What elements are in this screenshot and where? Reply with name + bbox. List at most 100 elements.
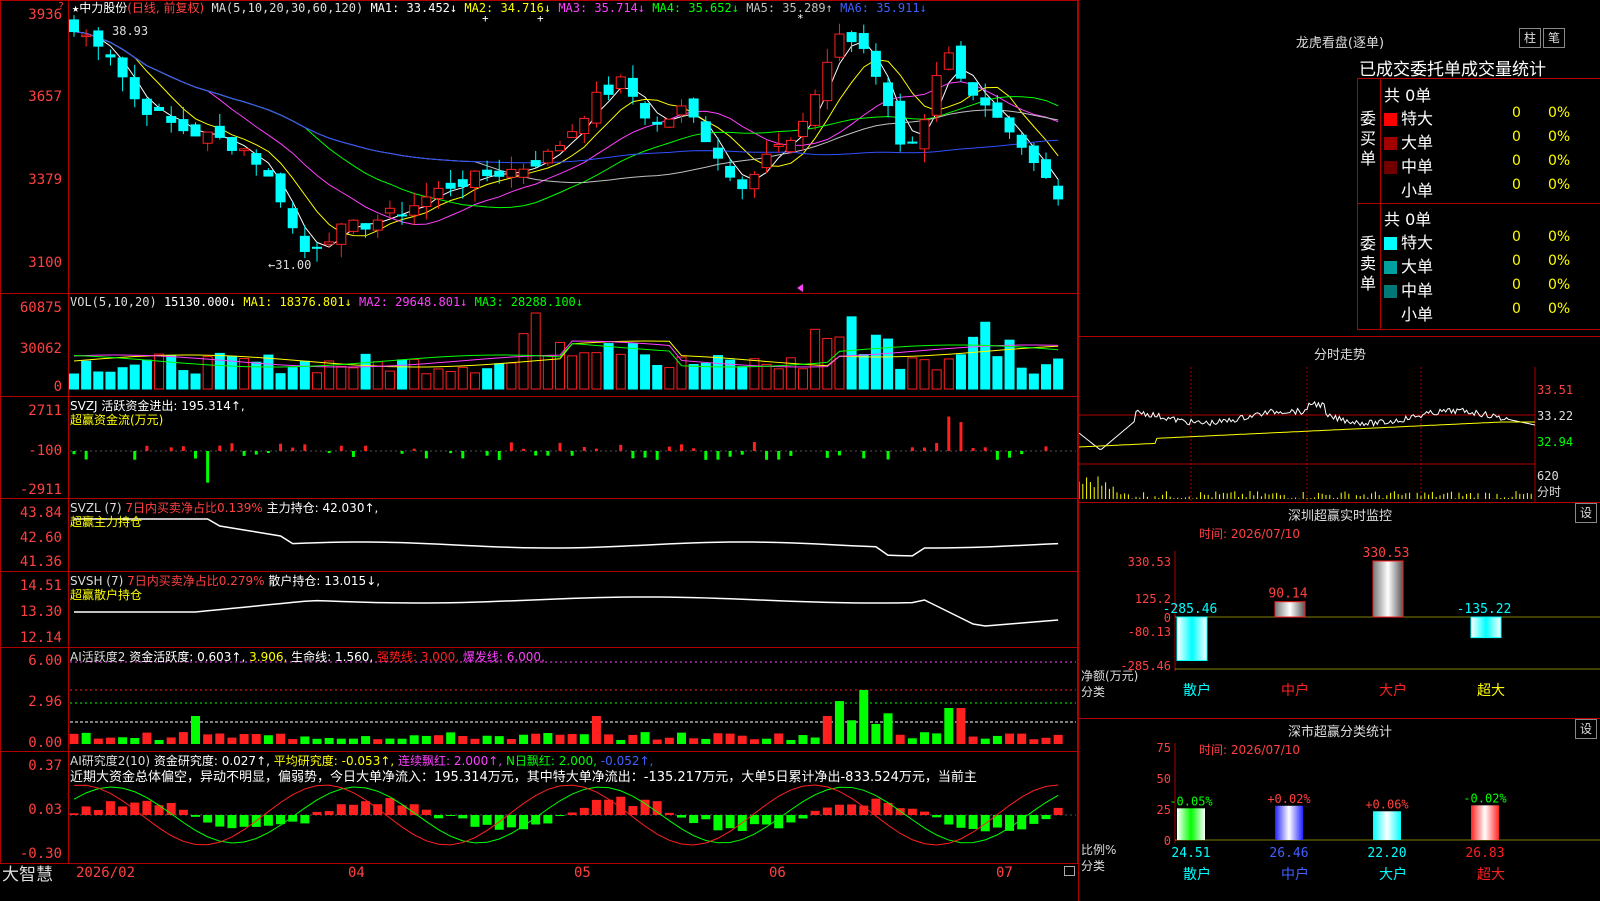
research-bar <box>847 804 857 815</box>
monitor-y-tick: -80.13 <box>1128 625 1171 639</box>
ai2-second: 3.906, <box>249 650 288 664</box>
volume-bar <box>154 353 165 390</box>
order-count: 0 <box>1512 301 1521 317</box>
candle-body <box>69 19 79 33</box>
research-bar <box>591 799 601 815</box>
research-bar <box>1041 815 1051 820</box>
svzj-bar <box>1044 446 1048 451</box>
candle-body <box>919 119 930 150</box>
volume-bar <box>166 355 177 390</box>
svzj-bar <box>570 451 574 456</box>
order-pct: 0% <box>1548 153 1571 169</box>
candle-body <box>530 160 541 167</box>
vol-title: VOL(5,10,20) <box>70 295 157 309</box>
candle-body <box>591 91 602 124</box>
candle-body <box>761 153 772 169</box>
candle-body <box>725 165 736 178</box>
ma-line-4 <box>73 31 1059 209</box>
svzj-bar <box>983 447 987 451</box>
volume-bar <box>761 363 772 390</box>
research-bar <box>907 808 917 815</box>
svzj-bar <box>740 451 744 455</box>
svzj-bar <box>364 445 368 451</box>
research-bar <box>1053 807 1063 815</box>
order-row: 特大 0 0% <box>1384 105 1598 128</box>
intraday-tick-1: 33.22 <box>1537 409 1574 423</box>
ma-line-5 <box>73 31 1059 184</box>
volume-bar <box>397 359 408 390</box>
order-row: 中单 0 0% <box>1384 277 1598 300</box>
svzj-bar <box>619 444 623 451</box>
candle-body <box>943 52 954 70</box>
x-tick-0: 2026/02 <box>76 865 136 881</box>
monitor-bar <box>1176 616 1208 662</box>
svzj-bar <box>522 448 526 451</box>
stock-name[interactable]: 中力股份 <box>79 1 127 15</box>
activity-bar <box>324 737 334 744</box>
research-bar <box>944 815 954 825</box>
svzl-y-tick-2: 41.36 <box>19 554 62 570</box>
candle-body <box>457 179 468 187</box>
cursor-marker <box>797 284 803 292</box>
volume-bar <box>579 352 590 390</box>
order-row: 小单 0 0% <box>1384 177 1598 200</box>
candle-body <box>105 54 116 58</box>
volume-bar <box>530 312 541 390</box>
activity-bar <box>300 736 310 744</box>
svzj-bar <box>959 422 963 451</box>
order-type: 小单 <box>1401 305 1434 324</box>
ma1-value: MA1: 33.452↓ <box>370 1 458 15</box>
research-bar <box>968 815 978 829</box>
low-price-label: ←31.00 <box>268 258 312 272</box>
tick-view-button[interactable]: 笔 <box>1543 28 1565 48</box>
research-bar <box>519 815 529 830</box>
low-price-value: 31.00 <box>275 258 312 272</box>
x-tick-2: 05 <box>574 865 591 881</box>
candle-body <box>1004 117 1015 133</box>
ai2-y-tick-2: 0.00 <box>28 735 62 751</box>
intraday-panel[interactable]: 分时走势 33.51 33.22 32.94 620 分时 <box>1078 336 1600 503</box>
candle-body <box>299 235 310 252</box>
volume-bar <box>992 356 1003 390</box>
volume-bar <box>117 367 128 390</box>
candle-body <box>397 214 408 217</box>
candle-body <box>688 98 699 118</box>
volume-bar <box>627 343 638 390</box>
candle-body <box>226 137 237 151</box>
stats-bar <box>1177 808 1205 840</box>
activity-bar <box>506 739 516 744</box>
candle-body <box>555 145 565 152</box>
svzj-bar <box>594 448 598 451</box>
order-pct: 0% <box>1548 253 1571 269</box>
activity-bar <box>336 738 346 744</box>
activity-bar <box>531 733 541 744</box>
activity-bar <box>555 734 565 744</box>
activity-bar <box>798 735 808 744</box>
svzj-bar <box>716 451 720 460</box>
candle-body <box>178 119 189 132</box>
bar-view-button[interactable]: 柱 <box>1519 28 1541 48</box>
research-bar <box>567 812 577 815</box>
lock-icon[interactable] <box>1064 866 1075 876</box>
research-bar <box>677 815 686 818</box>
candle-body <box>640 103 651 119</box>
ai-res-continuous: 连续飘红: 2.000↑, <box>398 754 503 768</box>
research-bar <box>628 806 638 815</box>
stats-bar-pct: 26.46 <box>1269 846 1308 861</box>
activity-bar <box>713 733 723 744</box>
ai-res-nday: N日飘红: 2.000, <box>505 754 597 768</box>
activity-bar <box>470 738 480 744</box>
activity-bar <box>895 734 905 744</box>
research-bar <box>142 800 152 815</box>
volume-bar <box>664 367 675 390</box>
svzj-bar <box>509 442 513 451</box>
candle-body <box>1028 145 1039 164</box>
research-bar <box>263 815 273 826</box>
candle-body <box>372 219 383 231</box>
activity-bar <box>944 708 954 744</box>
svzj-bar <box>862 451 866 459</box>
adjust-mode[interactable]: (日线, 前复权) <box>127 1 204 15</box>
volume-bar <box>214 352 225 390</box>
monitor-bar <box>1274 601 1306 618</box>
research-bar <box>713 815 723 831</box>
